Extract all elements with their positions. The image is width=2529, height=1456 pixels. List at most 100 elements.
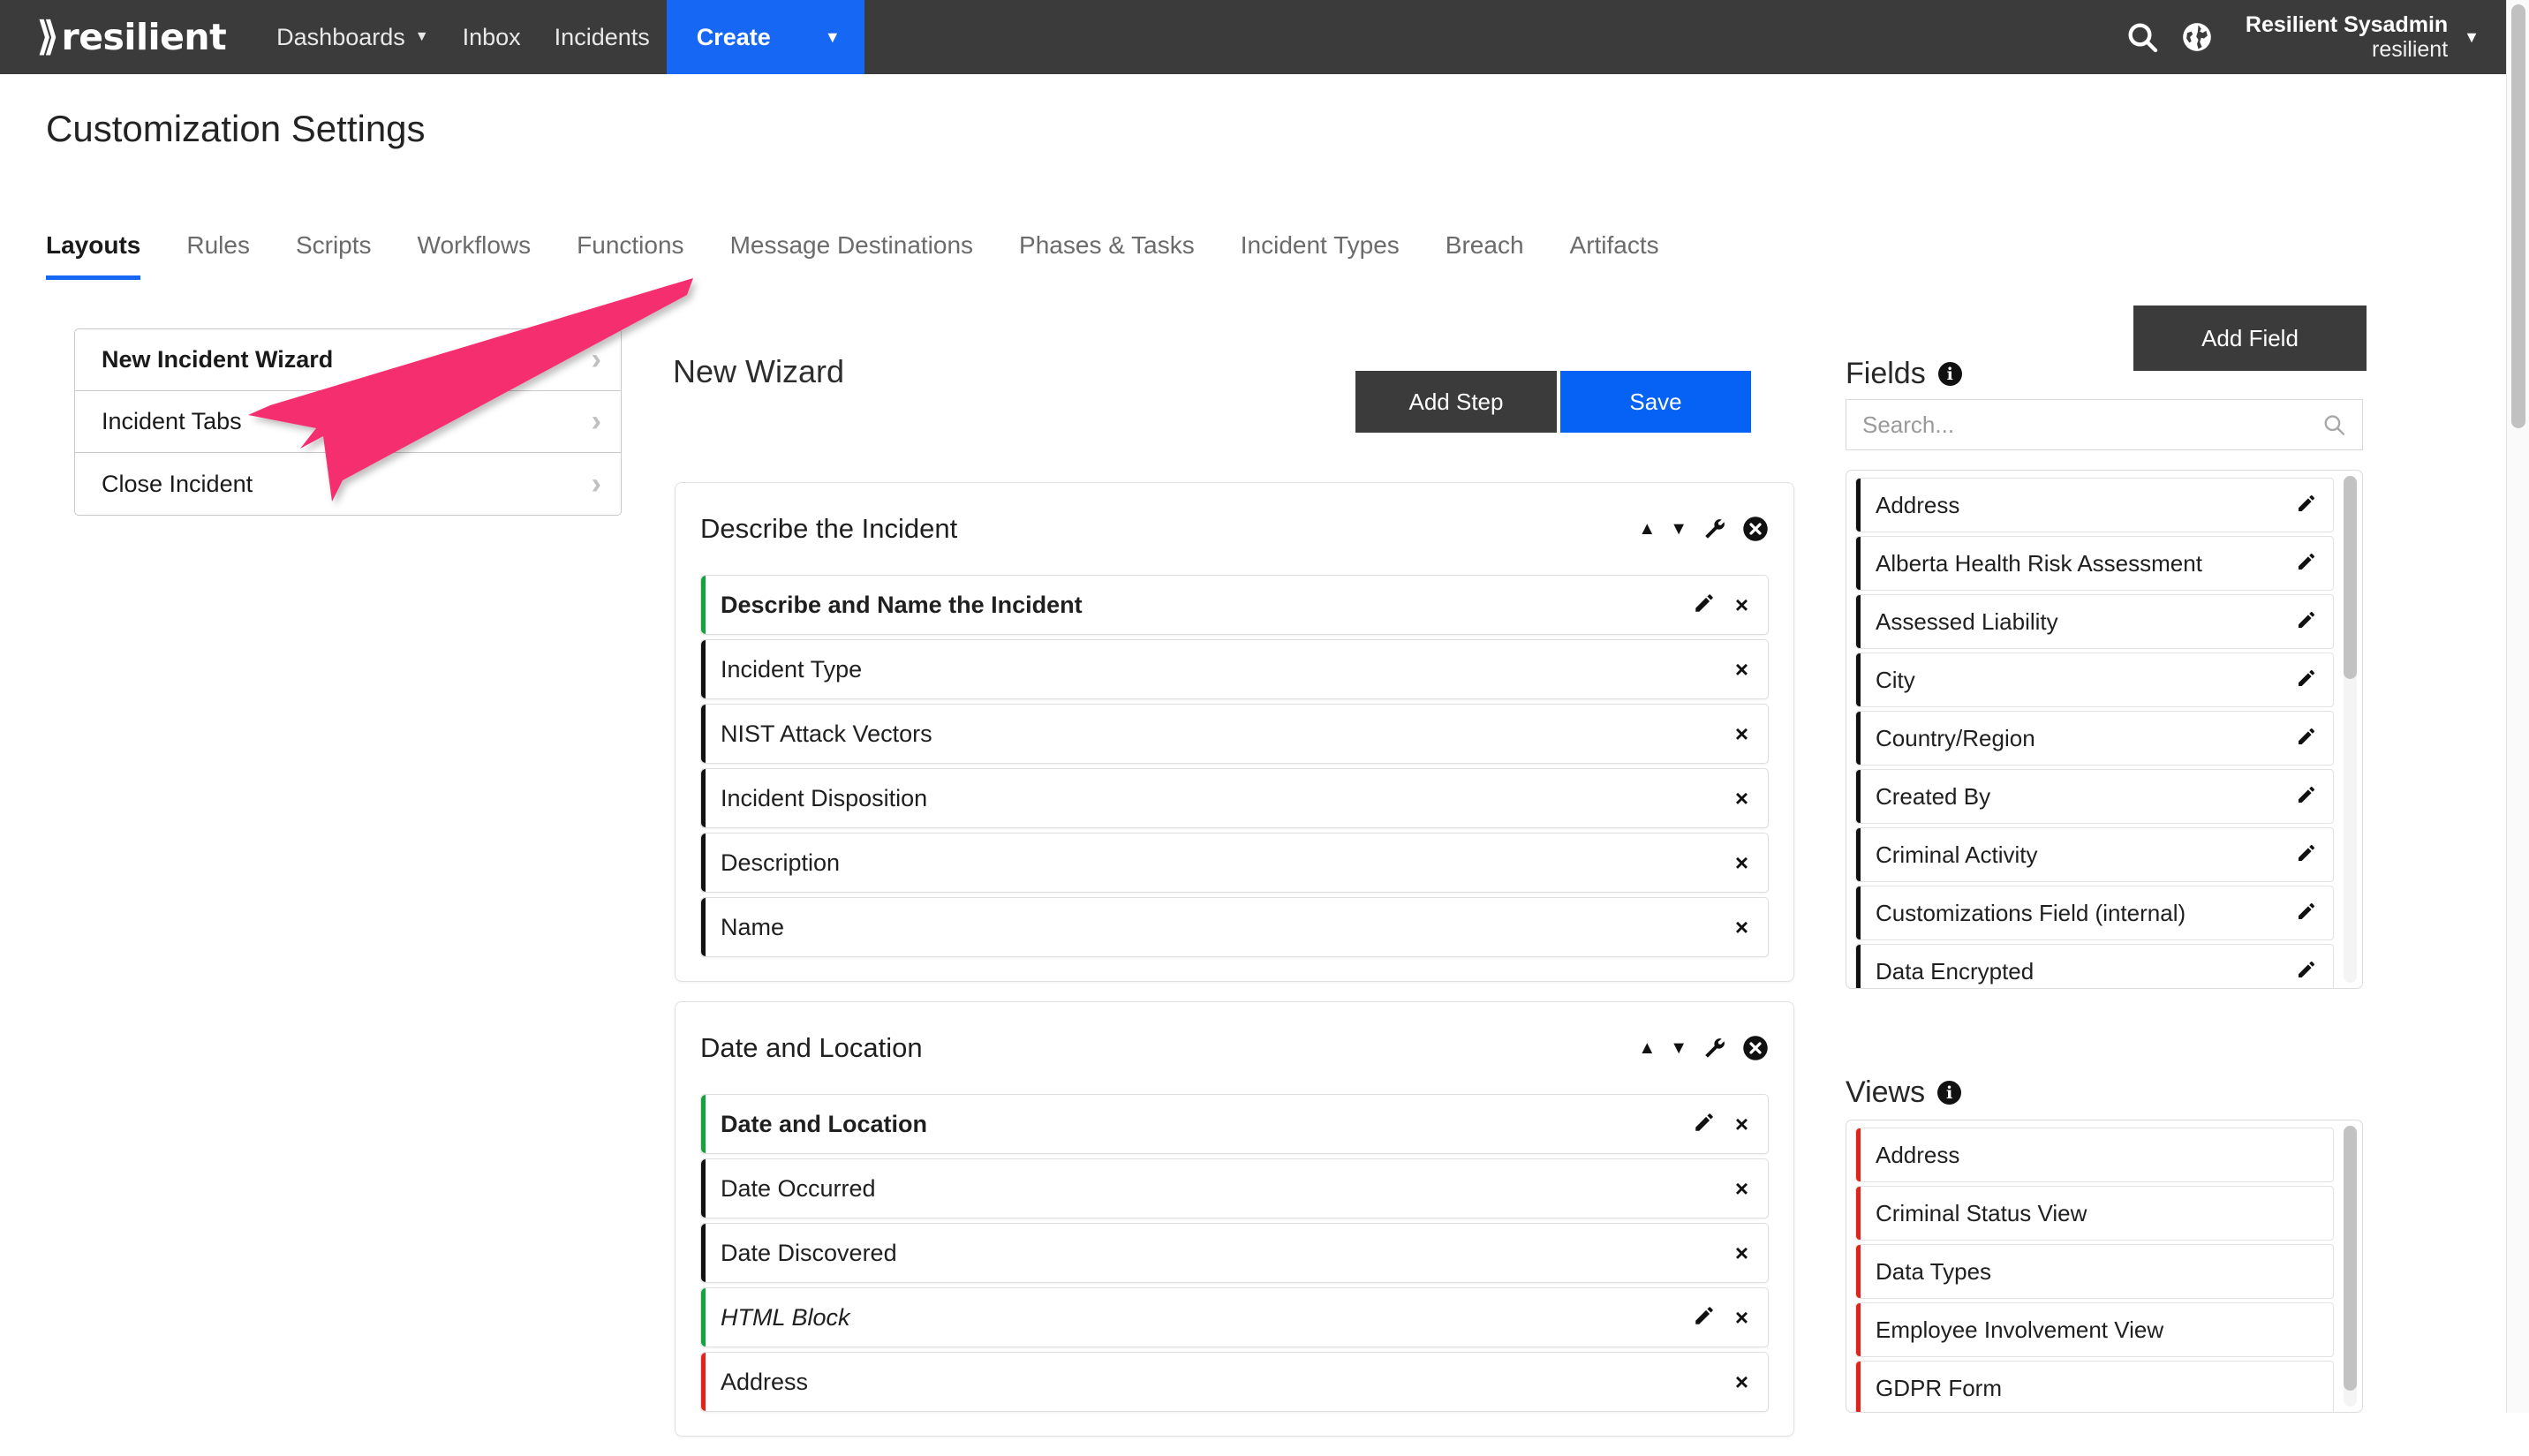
- tab-functions[interactable]: Functions: [577, 231, 683, 280]
- tab-layouts[interactable]: Layouts: [46, 231, 141, 280]
- pencil-icon[interactable]: [1693, 592, 1716, 618]
- create-button[interactable]: Create: [666, 0, 801, 74]
- field-list-item[interactable]: Country/Region: [1855, 711, 2334, 766]
- globe-icon[interactable]: [2170, 0, 2224, 74]
- close-icon[interactable]: [1742, 1035, 1769, 1061]
- info-icon[interactable]: i: [1937, 1081, 1962, 1105]
- field-list-item[interactable]: Criminal Activity: [1855, 827, 2334, 882]
- add-step-button[interactable]: Add Step: [1355, 371, 1557, 433]
- remove-icon[interactable]: ×: [1735, 916, 1748, 939]
- save-button[interactable]: Save: [1560, 371, 1751, 433]
- pencil-icon[interactable]: [2296, 842, 2317, 868]
- remove-icon[interactable]: ×: [1735, 1113, 1748, 1135]
- fields-list-scrollbar[interactable]: [2344, 476, 2357, 983]
- nav-item-dashboards[interactable]: Dashboards ▼: [260, 0, 445, 74]
- field-list-item[interactable]: City: [1855, 653, 2334, 707]
- view-list-item[interactable]: Data Types: [1855, 1244, 2334, 1299]
- layout-item-close-incident[interactable]: Close Incident ›: [75, 453, 621, 515]
- remove-icon[interactable]: ×: [1735, 1370, 1748, 1393]
- tab-incident-types[interactable]: Incident Types: [1241, 231, 1400, 280]
- field-list-item[interactable]: Data Encrypted: [1855, 944, 2334, 988]
- view-list-item-label: Address: [1876, 1141, 1960, 1168]
- tab-scripts[interactable]: Scripts: [296, 231, 372, 280]
- pencil-icon[interactable]: [2296, 784, 2317, 810]
- remove-icon[interactable]: ×: [1735, 722, 1748, 745]
- view-list-item[interactable]: Criminal Status View: [1855, 1186, 2334, 1241]
- field-row[interactable]: Incident Disposition ×: [700, 768, 1769, 828]
- search-input[interactable]: [1862, 411, 2321, 439]
- wrench-icon[interactable]: [1702, 1035, 1728, 1061]
- fields-list-scrollbar-thumb[interactable]: [2344, 476, 2357, 679]
- field-row[interactable]: Description ×: [700, 833, 1769, 893]
- tab-workflows[interactable]: Workflows: [418, 231, 532, 280]
- field-row[interactable]: Date Occurred ×: [700, 1158, 1769, 1218]
- tab-message-destinations[interactable]: Message Destinations: [730, 231, 973, 280]
- tab-breach[interactable]: Breach: [1446, 231, 1524, 280]
- field-list-item[interactable]: Customizations Field (internal): [1855, 886, 2334, 940]
- move-up-icon[interactable]: ▲: [1638, 1038, 1656, 1059]
- field-list-item[interactable]: Address: [1855, 478, 2334, 532]
- remove-icon[interactable]: ×: [1735, 851, 1748, 874]
- move-down-icon[interactable]: ▼: [1670, 1038, 1687, 1059]
- field-row[interactable]: NIST Attack Vectors ×: [700, 704, 1769, 764]
- fields-search-box[interactable]: [1846, 399, 2363, 450]
- field-list-item[interactable]: Created By: [1855, 769, 2334, 824]
- pencil-icon[interactable]: [2296, 959, 2317, 984]
- close-icon[interactable]: [1742, 516, 1769, 542]
- nav-item-inbox[interactable]: Inbox: [446, 0, 538, 74]
- pencil-icon[interactable]: [2296, 493, 2317, 518]
- field-row[interactable]: Describe and Name the Incident ×: [700, 575, 1769, 635]
- search-icon[interactable]: [2115, 0, 2170, 74]
- pencil-icon[interactable]: [1693, 1304, 1716, 1331]
- field-list-item[interactable]: Alberta Health Risk Assessment: [1855, 536, 2334, 591]
- remove-icon[interactable]: ×: [1735, 1306, 1748, 1329]
- field-list-item-label: City: [1876, 666, 1915, 693]
- field-list-item[interactable]: Assessed Liability: [1855, 594, 2334, 649]
- layout-item-new-incident-wizard[interactable]: New Incident Wizard ›: [75, 329, 621, 391]
- section-toolbar: ▲ ▼: [1638, 1035, 1769, 1061]
- add-field-button[interactable]: Add Field: [2133, 306, 2367, 371]
- info-icon[interactable]: i: [1937, 362, 1962, 386]
- layout-item-incident-tabs[interactable]: Incident Tabs ›: [75, 391, 621, 453]
- move-up-icon[interactable]: ▲: [1638, 519, 1656, 539]
- create-dropdown-toggle[interactable]: ▼: [800, 0, 864, 74]
- field-row-tools: ×: [1693, 592, 1748, 618]
- settings-tabs: Layouts Rules Scripts Workflows Function…: [46, 231, 1705, 280]
- tab-phases-and-tasks[interactable]: Phases & Tasks: [1019, 231, 1195, 280]
- pencil-icon[interactable]: [2296, 668, 2317, 693]
- tab-artifacts[interactable]: Artifacts: [1570, 231, 1659, 280]
- section-toolbar: ▲ ▼: [1638, 516, 1769, 542]
- remove-icon[interactable]: ×: [1735, 658, 1748, 681]
- resilient-logo-mark: ⟫: [37, 15, 59, 58]
- pencil-icon[interactable]: [2296, 726, 2317, 751]
- remove-icon[interactable]: ×: [1735, 1241, 1748, 1264]
- field-row[interactable]: Date and Location ×: [700, 1094, 1769, 1154]
- views-list-scrollbar-thumb[interactable]: [2344, 1126, 2357, 1391]
- views-list-scrollbar[interactable]: [2344, 1126, 2357, 1407]
- resilient-logo[interactable]: ⟫ resilient: [37, 0, 227, 74]
- pencil-icon[interactable]: [1693, 1111, 1716, 1137]
- wrench-icon[interactable]: [1702, 516, 1728, 542]
- remove-icon[interactable]: ×: [1735, 593, 1748, 616]
- field-row[interactable]: Name ×: [700, 897, 1769, 957]
- pencil-icon[interactable]: [2296, 551, 2317, 577]
- view-list-item[interactable]: Employee Involvement View: [1855, 1302, 2334, 1357]
- field-row-label: Date Discovered: [721, 1239, 897, 1266]
- browser-scrollbar[interactable]: [2506, 0, 2529, 1413]
- pencil-icon[interactable]: [2296, 609, 2317, 635]
- remove-icon[interactable]: ×: [1735, 1177, 1748, 1200]
- field-row[interactable]: Date Discovered ×: [700, 1223, 1769, 1283]
- user-menu[interactable]: Resilient Sysadmin resilient: [2246, 12, 2448, 62]
- chevron-down-icon[interactable]: ▼: [2464, 28, 2480, 47]
- remove-icon[interactable]: ×: [1735, 787, 1748, 810]
- pencil-icon[interactable]: [2296, 901, 2317, 926]
- browser-scrollbar-thumb[interactable]: [2511, 4, 2525, 428]
- field-row[interactable]: Incident Type ×: [700, 639, 1769, 699]
- tab-rules[interactable]: Rules: [186, 231, 250, 280]
- field-row[interactable]: Address ×: [700, 1352, 1769, 1412]
- field-row[interactable]: HTML Block ×: [700, 1287, 1769, 1347]
- view-list-item[interactable]: Address: [1855, 1128, 2334, 1182]
- view-list-item[interactable]: GDPR Form: [1855, 1361, 2334, 1412]
- move-down-icon[interactable]: ▼: [1670, 519, 1687, 539]
- nav-item-incidents[interactable]: Incidents: [538, 0, 667, 74]
